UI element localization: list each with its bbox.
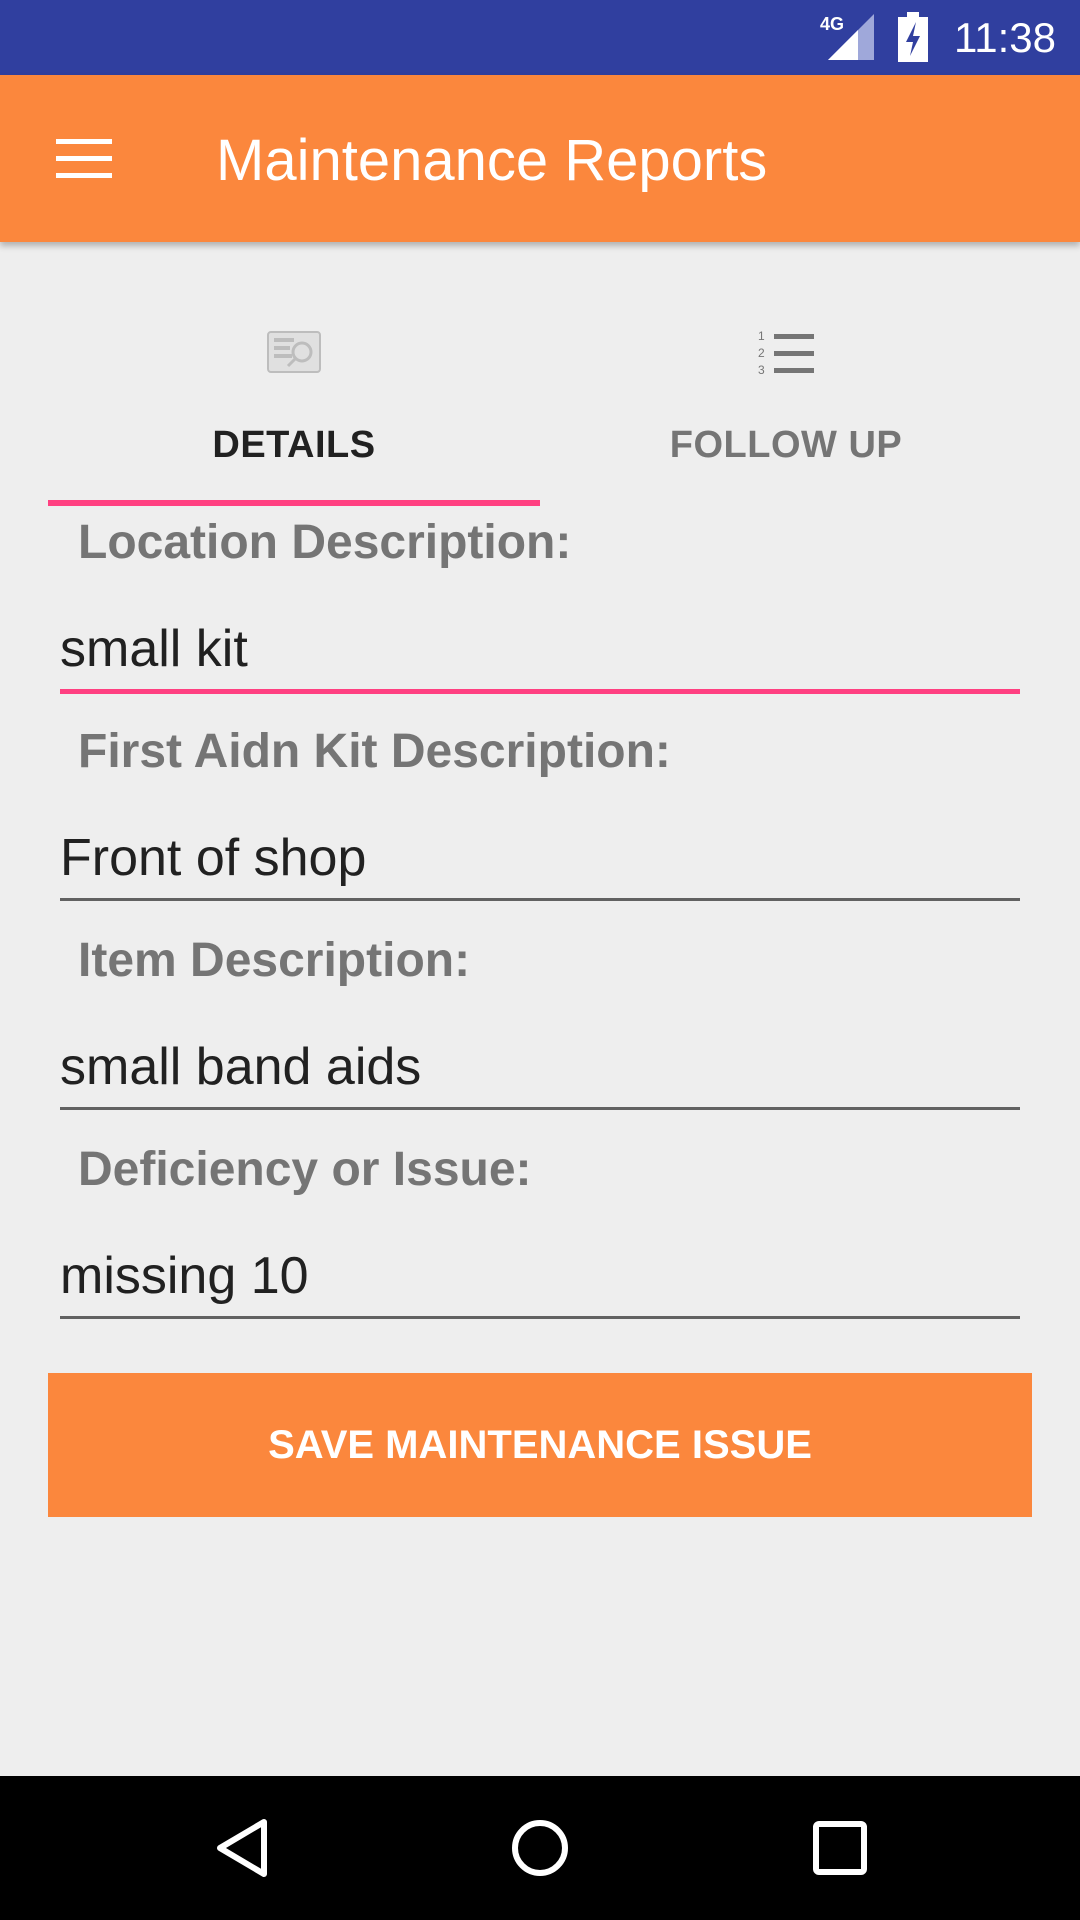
battery-charging-icon [898, 12, 928, 62]
location-description-underline [60, 689, 1020, 694]
recents-icon [813, 1821, 867, 1875]
home-icon [512, 1820, 568, 1876]
report-search-icon [267, 331, 321, 373]
app-bar: Maintenance Reports [0, 75, 1080, 242]
hamburger-menu-icon [56, 139, 112, 178]
tab-follow-up-label: FOLLOW UP [669, 424, 903, 466]
network-type-label: 4G [820, 14, 844, 34]
home-button[interactable] [488, 1796, 592, 1900]
recents-button[interactable] [788, 1796, 892, 1900]
signal-icon: 4G [820, 14, 874, 60]
deficiency-issue-input[interactable] [60, 1231, 1020, 1321]
tab-details[interactable]: DETAILS [48, 300, 540, 506]
first-aid-kit-description-label: First Aidn Kit Description: [78, 725, 671, 778]
location-description-label: Location Description: [78, 516, 572, 569]
system-nav-bar [0, 1776, 1080, 1920]
back-icon [217, 1819, 267, 1877]
first-aid-kit-description-input[interactable] [60, 813, 1020, 903]
status-time: 11:38 [954, 14, 1056, 61]
status-bar: 4G 11:38 [0, 0, 1080, 75]
save-maintenance-issue-button[interactable]: SAVE MAINTENANCE ISSUE [48, 1373, 1032, 1517]
deficiency-issue-label: Deficiency or Issue: [78, 1143, 532, 1196]
location-description-input[interactable] [60, 604, 1020, 694]
item-description-underline [60, 1107, 1020, 1110]
back-button[interactable] [190, 1796, 294, 1900]
numbered-list-icon: 1 2 3 [758, 329, 814, 377]
item-description-input[interactable] [60, 1022, 1020, 1112]
svg-text:2: 2 [758, 346, 765, 360]
svg-text:1: 1 [758, 329, 765, 343]
tab-bar: DETAILS 1 2 3 FOLLOW UP [48, 300, 1032, 506]
app-title: Maintenance Reports [216, 128, 768, 193]
tab-follow-up[interactable]: 1 2 3 FOLLOW UP [540, 300, 1032, 506]
item-description-label: Item Description: [78, 934, 471, 987]
deficiency-issue-underline [60, 1316, 1020, 1319]
tab-details-label: DETAILS [212, 424, 376, 466]
menu-button[interactable] [40, 115, 128, 203]
tab-indicator [48, 500, 540, 506]
svg-text:3: 3 [758, 363, 765, 377]
first-aid-kit-description-underline [60, 898, 1020, 901]
